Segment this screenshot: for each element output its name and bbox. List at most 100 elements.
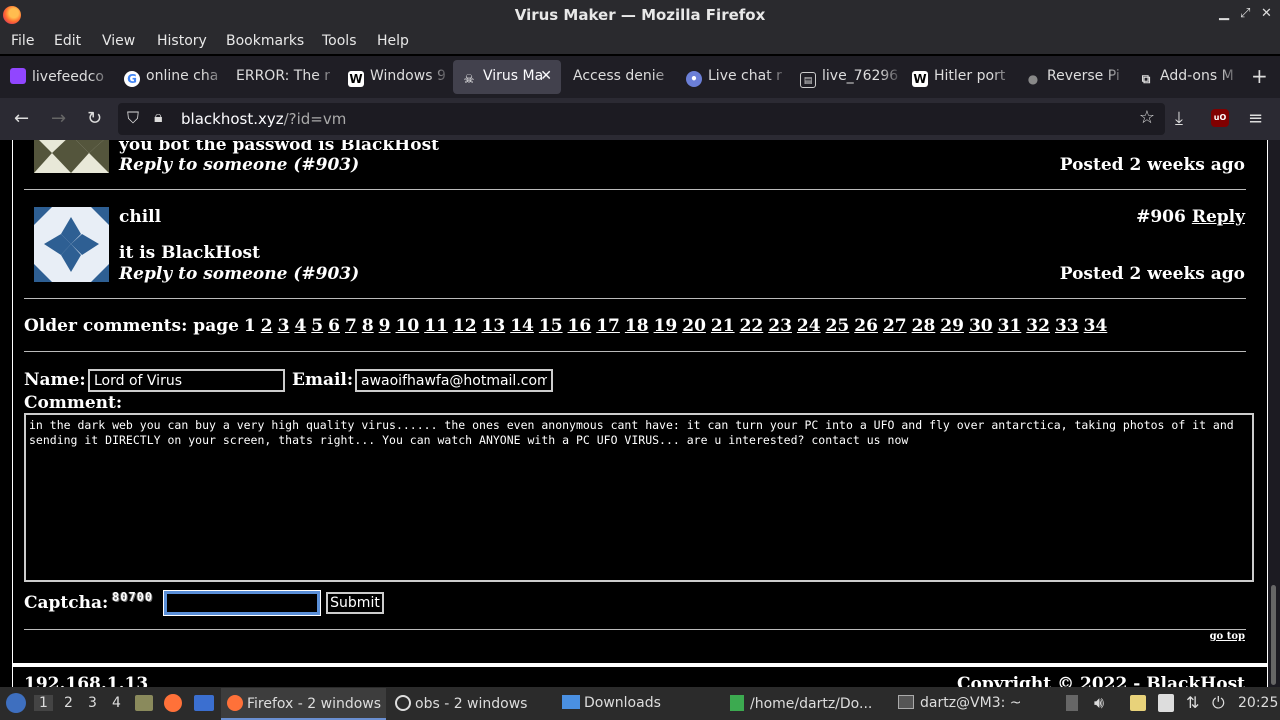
menu-history[interactable]: History xyxy=(157,33,207,49)
page-link[interactable]: 11 xyxy=(424,316,448,336)
tab-online-chat[interactable]: Gonline cha xyxy=(116,60,228,94)
page-link[interactable]: 21 xyxy=(711,316,735,336)
hamburger-menu-icon[interactable]: ≡ xyxy=(1248,108,1263,129)
page-link[interactable]: 10 xyxy=(396,316,420,336)
firefox-launcher-icon[interactable] xyxy=(164,694,182,712)
page-link[interactable]: 19 xyxy=(654,316,678,336)
close-icon[interactable]: ✕ xyxy=(1261,6,1272,21)
page-link[interactable]: 17 xyxy=(596,316,620,336)
tab-label: Virus Ma xyxy=(483,68,544,84)
maximize-icon[interactable]: ⤢ xyxy=(1240,6,1250,21)
minimize-icon[interactable]: ▁ xyxy=(1219,6,1229,21)
page-link[interactable]: 4 xyxy=(294,316,306,336)
page-link[interactable]: 9 xyxy=(379,316,391,336)
workspace-1[interactable]: 1 xyxy=(34,695,53,711)
page-link[interactable]: 20 xyxy=(682,316,706,336)
scrollbar-thumb[interactable] xyxy=(1271,585,1276,685)
tab-reverse-pi[interactable]: ● Reverse Pi xyxy=(1017,60,1129,94)
page-link[interactable]: 34 xyxy=(1084,316,1108,336)
reply-link[interactable]: Reply xyxy=(1192,207,1245,227)
page-link[interactable]: 30 xyxy=(969,316,993,336)
comment-textarea[interactable]: in the dark web you can buy a very high … xyxy=(24,413,1254,582)
page-link[interactable]: 3 xyxy=(278,316,290,336)
submit-button[interactable]: Submit xyxy=(326,592,384,614)
page-link[interactable]: 25 xyxy=(826,316,850,336)
page-link[interactable]: 14 xyxy=(510,316,534,336)
page-link[interactable]: 33 xyxy=(1055,316,1079,336)
desktop-icon[interactable] xyxy=(194,695,214,711)
name-input[interactable] xyxy=(88,369,285,392)
page-link[interactable]: 28 xyxy=(912,316,936,336)
menu-edit[interactable]: Edit xyxy=(54,33,81,49)
workspace-2[interactable]: 2 xyxy=(64,695,73,711)
page-link[interactable]: 26 xyxy=(854,316,878,336)
start-menu-icon[interactable] xyxy=(6,693,26,713)
bookmark-star-icon[interactable]: ☆ xyxy=(1139,107,1155,128)
lock-icon[interactable]: 🔒︎ xyxy=(154,107,163,127)
page-scrollbar[interactable] xyxy=(1268,140,1280,687)
tab-error[interactable]: ERROR: The r xyxy=(228,60,340,94)
email-input[interactable] xyxy=(355,369,553,392)
page-link[interactable]: 31 xyxy=(998,316,1022,336)
page-link[interactable]: 24 xyxy=(797,316,821,336)
volume-icon[interactable]: 🔊︎ xyxy=(1094,693,1104,713)
taskbar-obs[interactable]: obs - 2 windows xyxy=(389,688,554,720)
tab-live-chat[interactable]: • Live chat r xyxy=(678,60,790,94)
url-bar[interactable]: ⛉ 🔒︎ blackhost.xyz/?id=vm ☆ xyxy=(118,103,1165,135)
workspace-4[interactable]: 4 xyxy=(112,695,121,711)
clipboard-icon[interactable] xyxy=(1158,694,1174,712)
page-link[interactable]: 5 xyxy=(311,316,323,336)
page-link[interactable]: 22 xyxy=(740,316,764,336)
page-link[interactable]: 12 xyxy=(453,316,477,336)
page-link[interactable]: 18 xyxy=(625,316,649,336)
forward-icon[interactable]: → xyxy=(51,108,66,129)
page-link[interactable]: 29 xyxy=(940,316,964,336)
menu-bookmarks[interactable]: Bookmarks xyxy=(226,33,304,49)
tab-live-76296[interactable]: ▤ live_76296 xyxy=(792,60,904,94)
shield-icon[interactable]: ⛉ xyxy=(127,108,139,128)
new-tab-icon[interactable]: + xyxy=(1251,64,1268,88)
page-link[interactable]: 2 xyxy=(261,316,273,336)
ublock-icon[interactable]: uO xyxy=(1211,109,1229,127)
power-icon[interactable]: ⏻ xyxy=(1212,693,1225,713)
menu-view[interactable]: View xyxy=(102,33,135,49)
tab-windows[interactable]: W Windows 9 xyxy=(340,60,452,94)
menu-tools[interactable]: Tools xyxy=(322,33,357,49)
page-link[interactable]: 7 xyxy=(345,316,357,336)
menu-file[interactable]: File xyxy=(11,33,34,49)
comment-text: it is BlackHost xyxy=(119,243,260,263)
download-icon[interactable]: ⤓ xyxy=(1175,108,1183,129)
tab-close-icon[interactable]: ✕ xyxy=(540,68,552,84)
tab-livefeed[interactable]: livefeedco xyxy=(2,60,114,94)
page-link[interactable]: 8 xyxy=(362,316,374,336)
page-link[interactable]: 23 xyxy=(768,316,792,336)
menu-help[interactable]: Help xyxy=(377,33,409,49)
comment-reply-ref[interactable]: Reply to someone (#903) xyxy=(119,264,359,284)
captcha-input[interactable] xyxy=(163,590,321,616)
page-link[interactable]: 16 xyxy=(568,316,592,336)
reload-icon[interactable]: ↻ xyxy=(87,108,102,129)
workspace-3[interactable]: 3 xyxy=(88,695,97,711)
page-link[interactable]: 13 xyxy=(482,316,506,336)
tray-icon[interactable] xyxy=(1066,695,1078,711)
notes-icon[interactable] xyxy=(1130,695,1146,711)
tab-hitler-port[interactable]: W Hitler port xyxy=(904,60,1016,94)
comment-reply-ref[interactable]: Reply to someone (#903) xyxy=(119,155,359,175)
page-link[interactable]: 32 xyxy=(1026,316,1050,336)
tab-label: Access denie xyxy=(573,68,665,84)
page-link[interactable]: 27 xyxy=(883,316,907,336)
go-top-link[interactable]: go top xyxy=(1210,631,1245,642)
network-icon[interactable]: ⇅ xyxy=(1186,693,1199,712)
taskbar-downloads[interactable]: Downloads xyxy=(556,688,721,720)
page-link[interactable]: 6 xyxy=(328,316,340,336)
tab-addons[interactable]: ⧉ Add-ons M xyxy=(1130,60,1242,94)
wikipedia-icon: W xyxy=(912,71,928,87)
back-icon[interactable]: ← xyxy=(14,108,29,129)
page-link[interactable]: 15 xyxy=(539,316,563,336)
taskbar-terminal[interactable]: dartz@VM3: ~ xyxy=(892,688,1057,720)
taskbar-editor[interactable]: /home/dartz/Do... xyxy=(724,688,889,720)
taskbar-firefox[interactable]: Firefox - 2 windows xyxy=(221,688,386,720)
tab-access-denied[interactable]: Access denie xyxy=(565,60,677,94)
tab-virus-maker[interactable]: ☠ Virus Ma ✕ xyxy=(453,60,561,94)
files-launcher-icon[interactable] xyxy=(135,695,153,711)
